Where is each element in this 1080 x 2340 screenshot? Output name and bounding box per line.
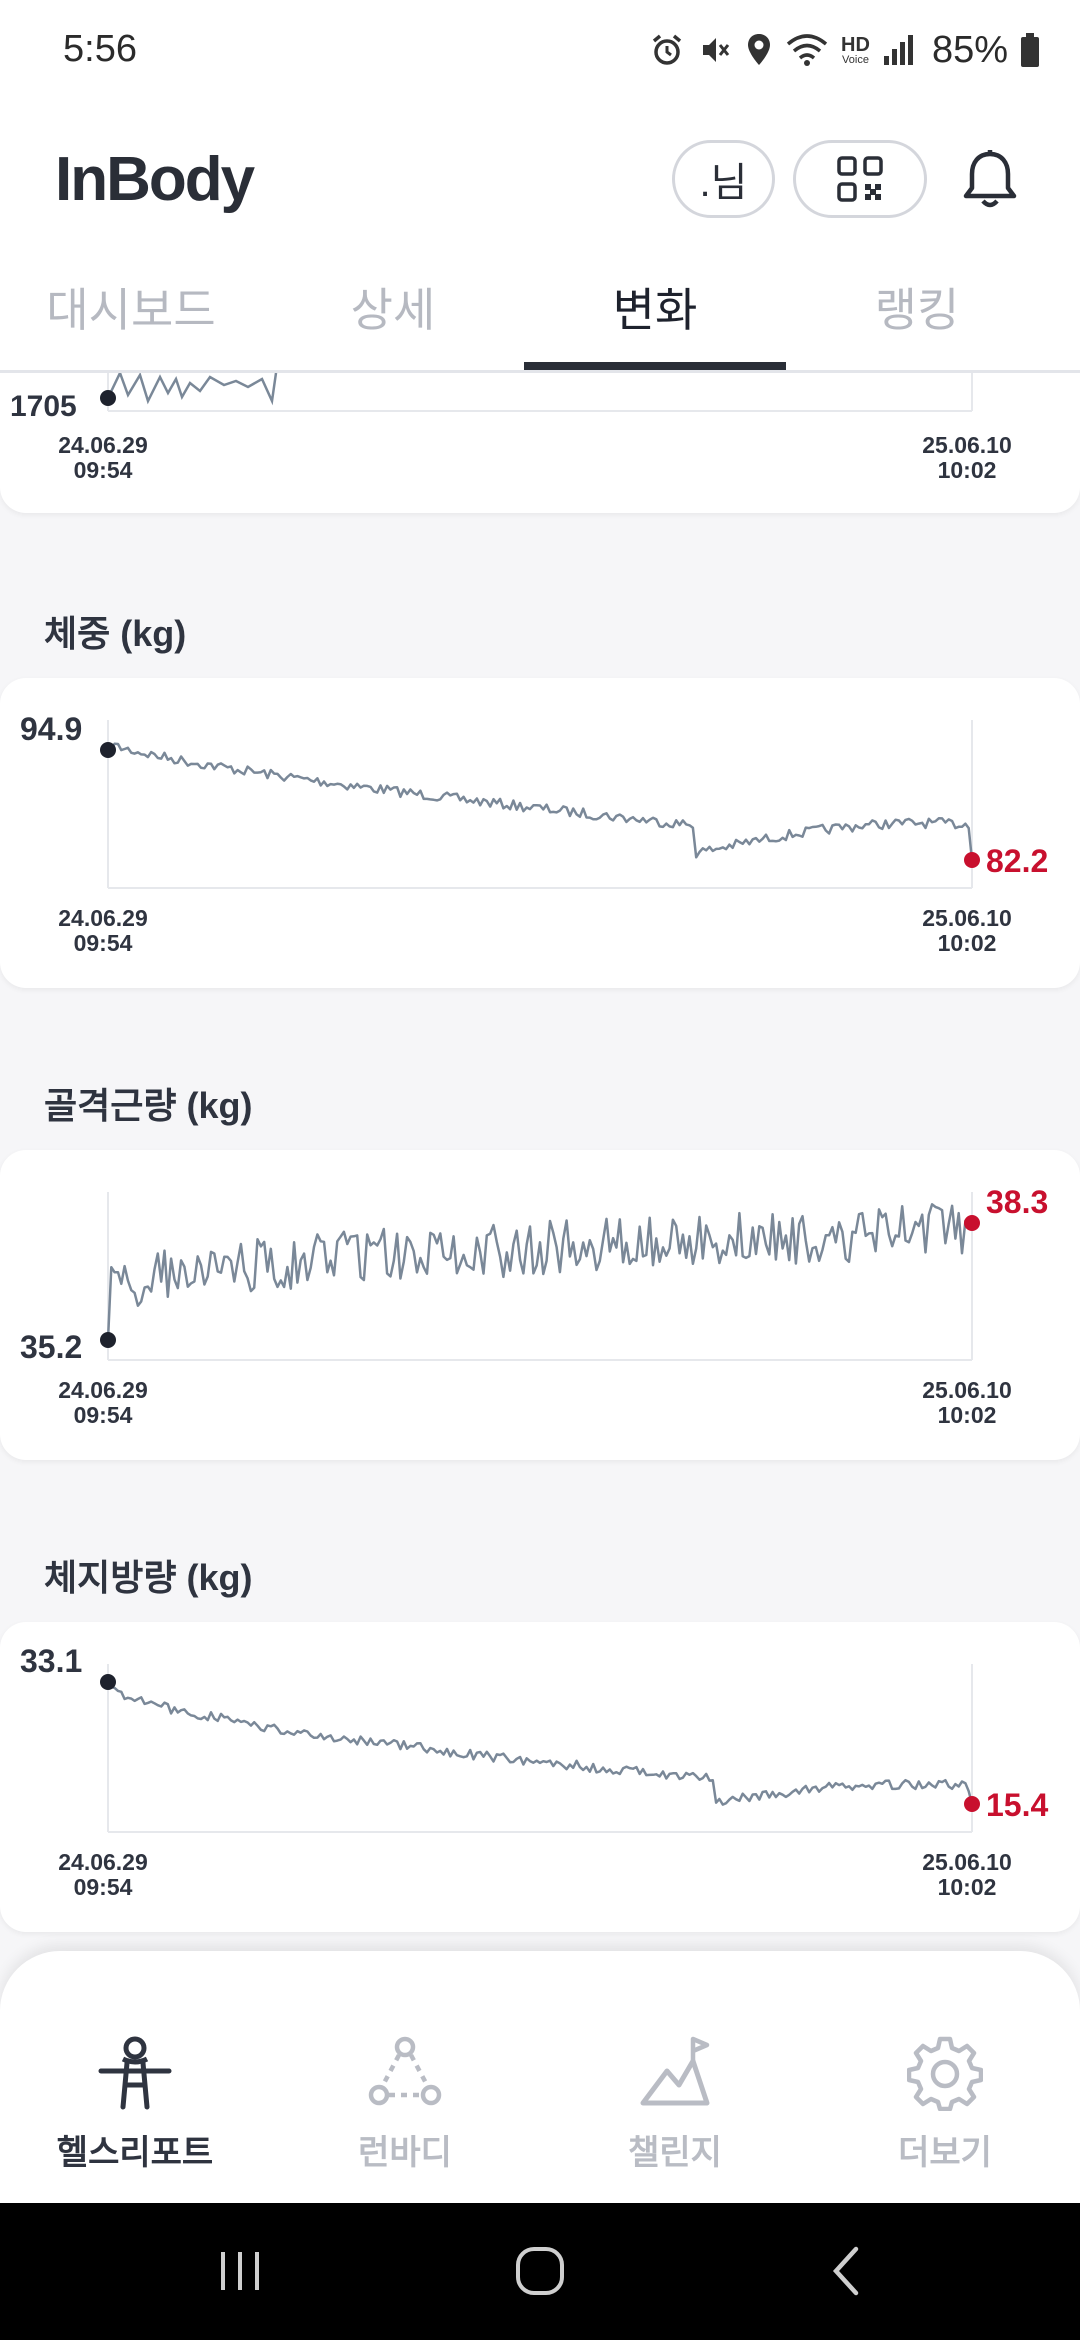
notification-button[interactable] [955, 144, 1025, 216]
trend-chart: 94.9 82.2 24.06.2909:54 25.06.1010:02 [20, 711, 1048, 956]
partial-start-date: 24.06.29 [58, 432, 148, 458]
weight-chart-card[interactable]: 94.9 82.2 24.06.29 09:54 25.06.10 10:02 [0, 678, 1080, 988]
battery-icon [1021, 33, 1039, 67]
start-value-label: 94.9 [20, 711, 82, 747]
start-time-label: 09:54 [74, 1402, 133, 1428]
trend-chart: 33.1 15.4 24.06.2909:54 25.06.1010:02 [20, 1643, 1048, 1900]
nav-more[interactable]: 더보기 [810, 1951, 1080, 2203]
partial-start-dot [100, 390, 116, 406]
partial-chart: 1705 24.06.29 09:54 25.06.10 10:02 [10, 373, 1012, 483]
active-tab-indicator [524, 362, 786, 370]
nav-runbody[interactable]: 런바디 [270, 1951, 540, 2203]
start-date-label: 24.06.29 [58, 1377, 148, 1403]
partial-end-time: 10:02 [938, 457, 997, 483]
hd-voice-badge: HD Voice [841, 33, 870, 66]
community-icon [365, 2033, 445, 2113]
end-time-label: 10:02 [938, 1874, 997, 1900]
status-bar: 5:56 HD Voice 85% [0, 0, 1080, 100]
tab-bar: 대시보드 상세 변화 랭킹 [0, 260, 1080, 373]
start-time-label: 09:54 [74, 1874, 133, 1900]
start-value-label: 35.2 [20, 1329, 82, 1365]
signal-icon [883, 35, 913, 65]
tab-changes[interactable]: 변화 [524, 274, 786, 354]
start-date-label: 24.06.29 [58, 1849, 148, 1875]
skeletal-muscle-chart-card[interactable]: 35.2 38.3 24.06.29 09:54 25.06.10 10:02 [0, 1150, 1080, 1460]
mute-icon [703, 38, 730, 62]
start-point-dot [100, 1332, 116, 1348]
qr-code-button[interactable] [793, 140, 927, 218]
end-point-dot [964, 1796, 980, 1812]
flag-mountain-icon [635, 2033, 715, 2113]
end-date-label: 25.06.10 [922, 1849, 1012, 1875]
wifi-icon [786, 34, 828, 66]
start-point-dot [100, 742, 116, 758]
gear-icon [905, 2033, 985, 2113]
end-date-label: 25.06.10 [922, 1377, 1012, 1403]
end-value-label: 38.3 [986, 1184, 1048, 1220]
nav-challenge-label: 챌린지 [628, 2134, 722, 2172]
partial-chart-card: 1705 24.06.29 09:54 25.06.10 10:02 [0, 373, 1080, 513]
end-point-dot [964, 852, 980, 868]
alarm-icon [652, 34, 682, 65]
trend-chart: 35.2 38.3 24.06.2909:54 25.06.1010:02 [20, 1184, 1048, 1428]
back-icon [832, 2246, 859, 2296]
status-icons: HD Voice 85% [649, 24, 1040, 76]
nav-challenge[interactable]: 챌린지 [540, 1951, 810, 2203]
person-icon [95, 2033, 175, 2113]
weight-section-title: 체중 (kg) [44, 613, 187, 654]
trend-line [106, 1203, 973, 1341]
home-icon [516, 2247, 564, 2295]
partial-end-date: 25.06.10 [922, 432, 1012, 458]
end-date-label: 25.06.10 [922, 905, 1012, 931]
start-value-label: 33.1 [20, 1643, 82, 1679]
start-point-dot [100, 1674, 116, 1690]
body-fat-section-title: 체지방량 (kg) [44, 1557, 253, 1598]
qr-code-icon [837, 156, 883, 202]
partial-start-time: 09:54 [74, 457, 133, 483]
tab-dashboard[interactable]: 대시보드 [0, 274, 262, 354]
nav-health-report[interactable]: 헬스리포트 [0, 1951, 270, 2203]
app-header: InBody .님 [0, 100, 1080, 260]
battery-percent: 85% [931, 28, 1008, 71]
skeletal-muscle-section-title: 골격근량 (kg) [44, 1085, 253, 1126]
end-value-label: 15.4 [986, 1787, 1048, 1823]
system-navigation-bar [0, 2203, 1080, 2340]
status-time: 5:56 [63, 28, 137, 70]
trend-line [106, 1681, 974, 1806]
end-value-label: 82.2 [986, 843, 1048, 879]
location-icon [748, 34, 771, 65]
changes-content[interactable]: 1705 24.06.29 09:54 25.06.10 10:02 체중 (k… [0, 373, 1080, 1951]
tab-ranking[interactable]: 랭킹 [786, 274, 1048, 354]
home-button[interactable] [500, 2239, 580, 2303]
end-time-label: 10:02 [938, 1402, 997, 1428]
inbody-changes-screen: 5:56 HD Voice 85% InBody .님 대시보드 상세 변화 랭… [0, 0, 1080, 2340]
nav-more-label: 더보기 [898, 2134, 992, 2172]
tab-detail[interactable]: 상세 [262, 274, 524, 354]
bell-icon [963, 150, 1017, 208]
back-button[interactable] [806, 2239, 886, 2303]
recent-apps-button[interactable] [200, 2239, 280, 2303]
user-name-button[interactable]: .님 [672, 140, 775, 218]
body-fat-chart-card[interactable]: 33.1 15.4 24.06.29 09:54 25.06.10 10:02 [0, 1622, 1080, 1932]
nav-health-report-label: 헬스리포트 [56, 2134, 214, 2172]
end-point-dot [964, 1215, 980, 1231]
nav-runbody-label: 런바디 [358, 2134, 452, 2172]
bottom-navigation: 헬스리포트 런바디 챌린지 더보기 [0, 1951, 1080, 2203]
start-date-label: 24.06.29 [58, 905, 148, 931]
inbody-logo: InBody [55, 145, 255, 214]
partial-start-value: 1705 [10, 390, 77, 423]
trend-line [107, 742, 974, 861]
recent-apps-icon [221, 2252, 259, 2290]
start-time-label: 09:54 [74, 930, 133, 956]
end-time-label: 10:02 [938, 930, 997, 956]
